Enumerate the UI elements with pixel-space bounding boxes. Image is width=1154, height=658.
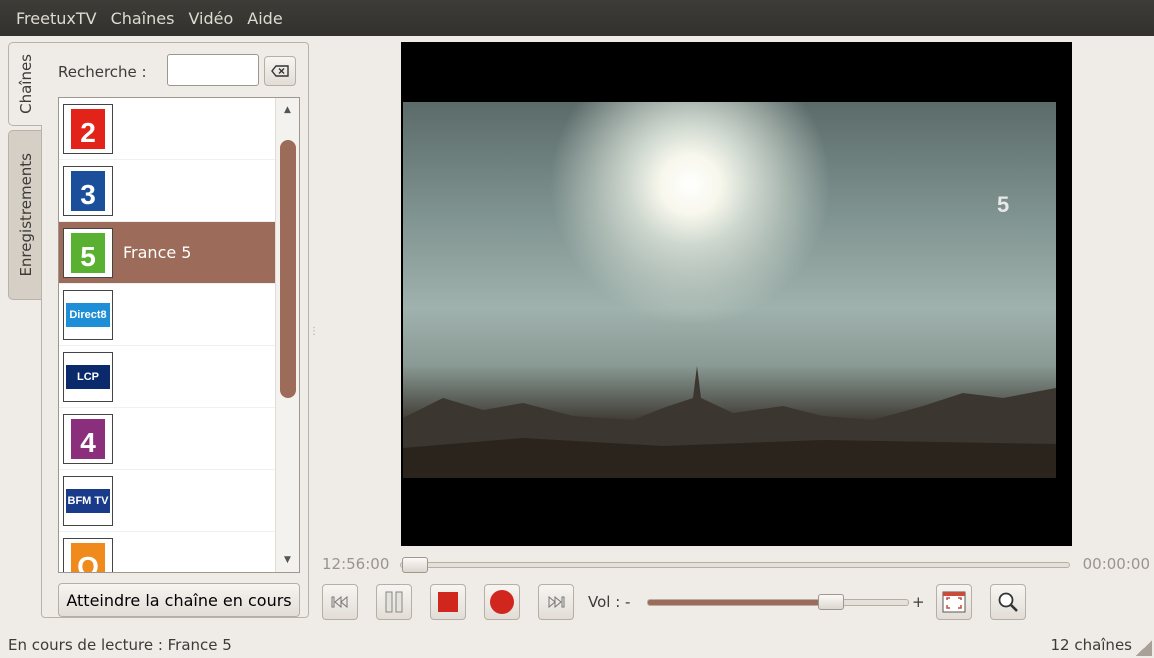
clear-text-icon xyxy=(271,65,289,77)
volume-slider[interactable] xyxy=(647,599,909,606)
seek-bar: 12:56:00 00:00:00 xyxy=(322,554,1152,576)
pane-splitter[interactable]: ⋮ xyxy=(309,326,319,337)
channel-list: 2 3 5 France 5 Direct8 LCP 4 BFM TV O ▲ ▼ xyxy=(58,97,300,573)
seek-track[interactable] xyxy=(400,562,1070,568)
channel-logo-icon: LCP xyxy=(63,351,113,402)
menu-freetuxtv[interactable]: FreetuxTV xyxy=(14,9,99,28)
status-bar: En cours de lecture : France 5 12 chaîne… xyxy=(0,632,1154,658)
channel-logo-icon: 5 xyxy=(63,227,113,278)
search-label: Recherche : xyxy=(58,63,147,81)
vertical-tabs: Chaînes Enregistrements xyxy=(8,42,42,362)
volume-plus-label: + xyxy=(912,593,925,611)
record-button[interactable] xyxy=(484,584,520,620)
tab-chaines[interactable]: Chaînes xyxy=(8,42,42,126)
status-channel-count: 12 chaînes xyxy=(1050,636,1132,654)
channel-item[interactable]: 4 xyxy=(59,408,275,470)
zoom-button[interactable] xyxy=(990,584,1026,620)
menu-chaines[interactable]: Chaînes xyxy=(109,9,177,28)
channel-item[interactable]: 2 xyxy=(59,98,275,160)
channel-watermark: 5 xyxy=(997,192,1010,217)
channel-list-items: 2 3 5 France 5 Direct8 LCP 4 BFM TV O xyxy=(59,98,275,572)
channel-item[interactable]: 3 xyxy=(59,160,275,222)
next-button[interactable] xyxy=(538,584,574,620)
channel-logo-icon: 4 xyxy=(63,413,113,464)
record-icon xyxy=(490,590,514,614)
channels-panel: Recherche : 2 3 5 France 5 Direct8 LCP 4 BFM TV… xyxy=(41,42,309,618)
video-frame: 5 xyxy=(403,102,1056,478)
channel-logo-text: Direct8 xyxy=(66,302,110,327)
channel-item[interactable]: O xyxy=(59,532,275,572)
channel-item[interactable]: 5 France 5 xyxy=(59,222,275,284)
volume-label: Vol : - xyxy=(588,593,631,611)
pause-button[interactable] xyxy=(376,584,412,620)
channel-list-scrollbar[interactable]: ▲ ▼ xyxy=(275,98,299,572)
fullscreen-icon xyxy=(942,591,966,613)
clear-search-button[interactable] xyxy=(264,56,296,86)
stop-icon xyxy=(438,592,458,612)
channel-logo-text: 4 xyxy=(71,418,105,459)
search-input[interactable] xyxy=(167,54,259,86)
channel-item[interactable]: Direct8 xyxy=(59,284,275,346)
channel-logo-icon: 2 xyxy=(63,103,113,154)
channel-logo-icon: 3 xyxy=(63,165,113,216)
tab-enregistrements-label: Enregistrements xyxy=(16,153,35,277)
next-icon xyxy=(548,596,565,608)
fullscreen-button[interactable] xyxy=(936,584,972,620)
pause-icon xyxy=(385,591,403,613)
volume-knob[interactable] xyxy=(818,594,844,610)
channel-logo-icon: BFM TV xyxy=(63,475,113,526)
channel-logo-text: 5 xyxy=(71,232,105,273)
time-total: 00:00:00 xyxy=(1082,555,1150,573)
channel-logo-icon: Direct8 xyxy=(63,289,113,340)
channel-item[interactable]: BFM TV xyxy=(59,470,275,532)
tab-chaines-label: Chaînes xyxy=(16,54,35,114)
channel-item[interactable]: LCP xyxy=(59,346,275,408)
main-window: Chaînes Enregistrements Recherche : 235F… xyxy=(0,36,1154,658)
menu-aide[interactable]: Aide xyxy=(245,9,284,28)
player-controls: Vol : - + xyxy=(322,584,1152,622)
status-playing: En cours de lecture : France 5 xyxy=(8,636,232,654)
landscape-image xyxy=(403,366,1056,478)
channel-logo-icon: O xyxy=(63,537,113,572)
menu-video[interactable]: Vidéo xyxy=(186,9,235,28)
scrollbar-thumb[interactable] xyxy=(280,140,296,398)
video-area[interactable]: 5 xyxy=(401,42,1072,546)
channel-logo-text: LCP xyxy=(66,364,110,389)
resize-grip-icon[interactable] xyxy=(1136,640,1152,656)
channel-logo-text: O xyxy=(71,542,105,572)
magnifier-icon xyxy=(998,592,1018,612)
goto-current-channel-button[interactable]: Atteindre la chaîne en cours xyxy=(58,583,300,617)
scroll-down-arrow-icon[interactable]: ▼ xyxy=(276,550,299,570)
previous-button[interactable] xyxy=(322,584,358,620)
stop-button[interactable] xyxy=(430,584,466,620)
seek-knob[interactable] xyxy=(402,557,428,573)
menu-bar: FreetuxTV Chaînes Vidéo Aide xyxy=(0,0,1154,36)
channel-logo-text: BFM TV xyxy=(66,488,110,513)
previous-icon xyxy=(331,596,348,608)
scroll-up-arrow-icon[interactable]: ▲ xyxy=(276,100,299,120)
channel-logo-text: 2 xyxy=(71,108,105,149)
time-current: 12:56:00 xyxy=(322,555,390,573)
tab-enregistrements[interactable]: Enregistrements xyxy=(8,130,42,300)
channel-name: France 5 xyxy=(123,243,192,262)
channel-logo-text: 3 xyxy=(71,170,105,211)
